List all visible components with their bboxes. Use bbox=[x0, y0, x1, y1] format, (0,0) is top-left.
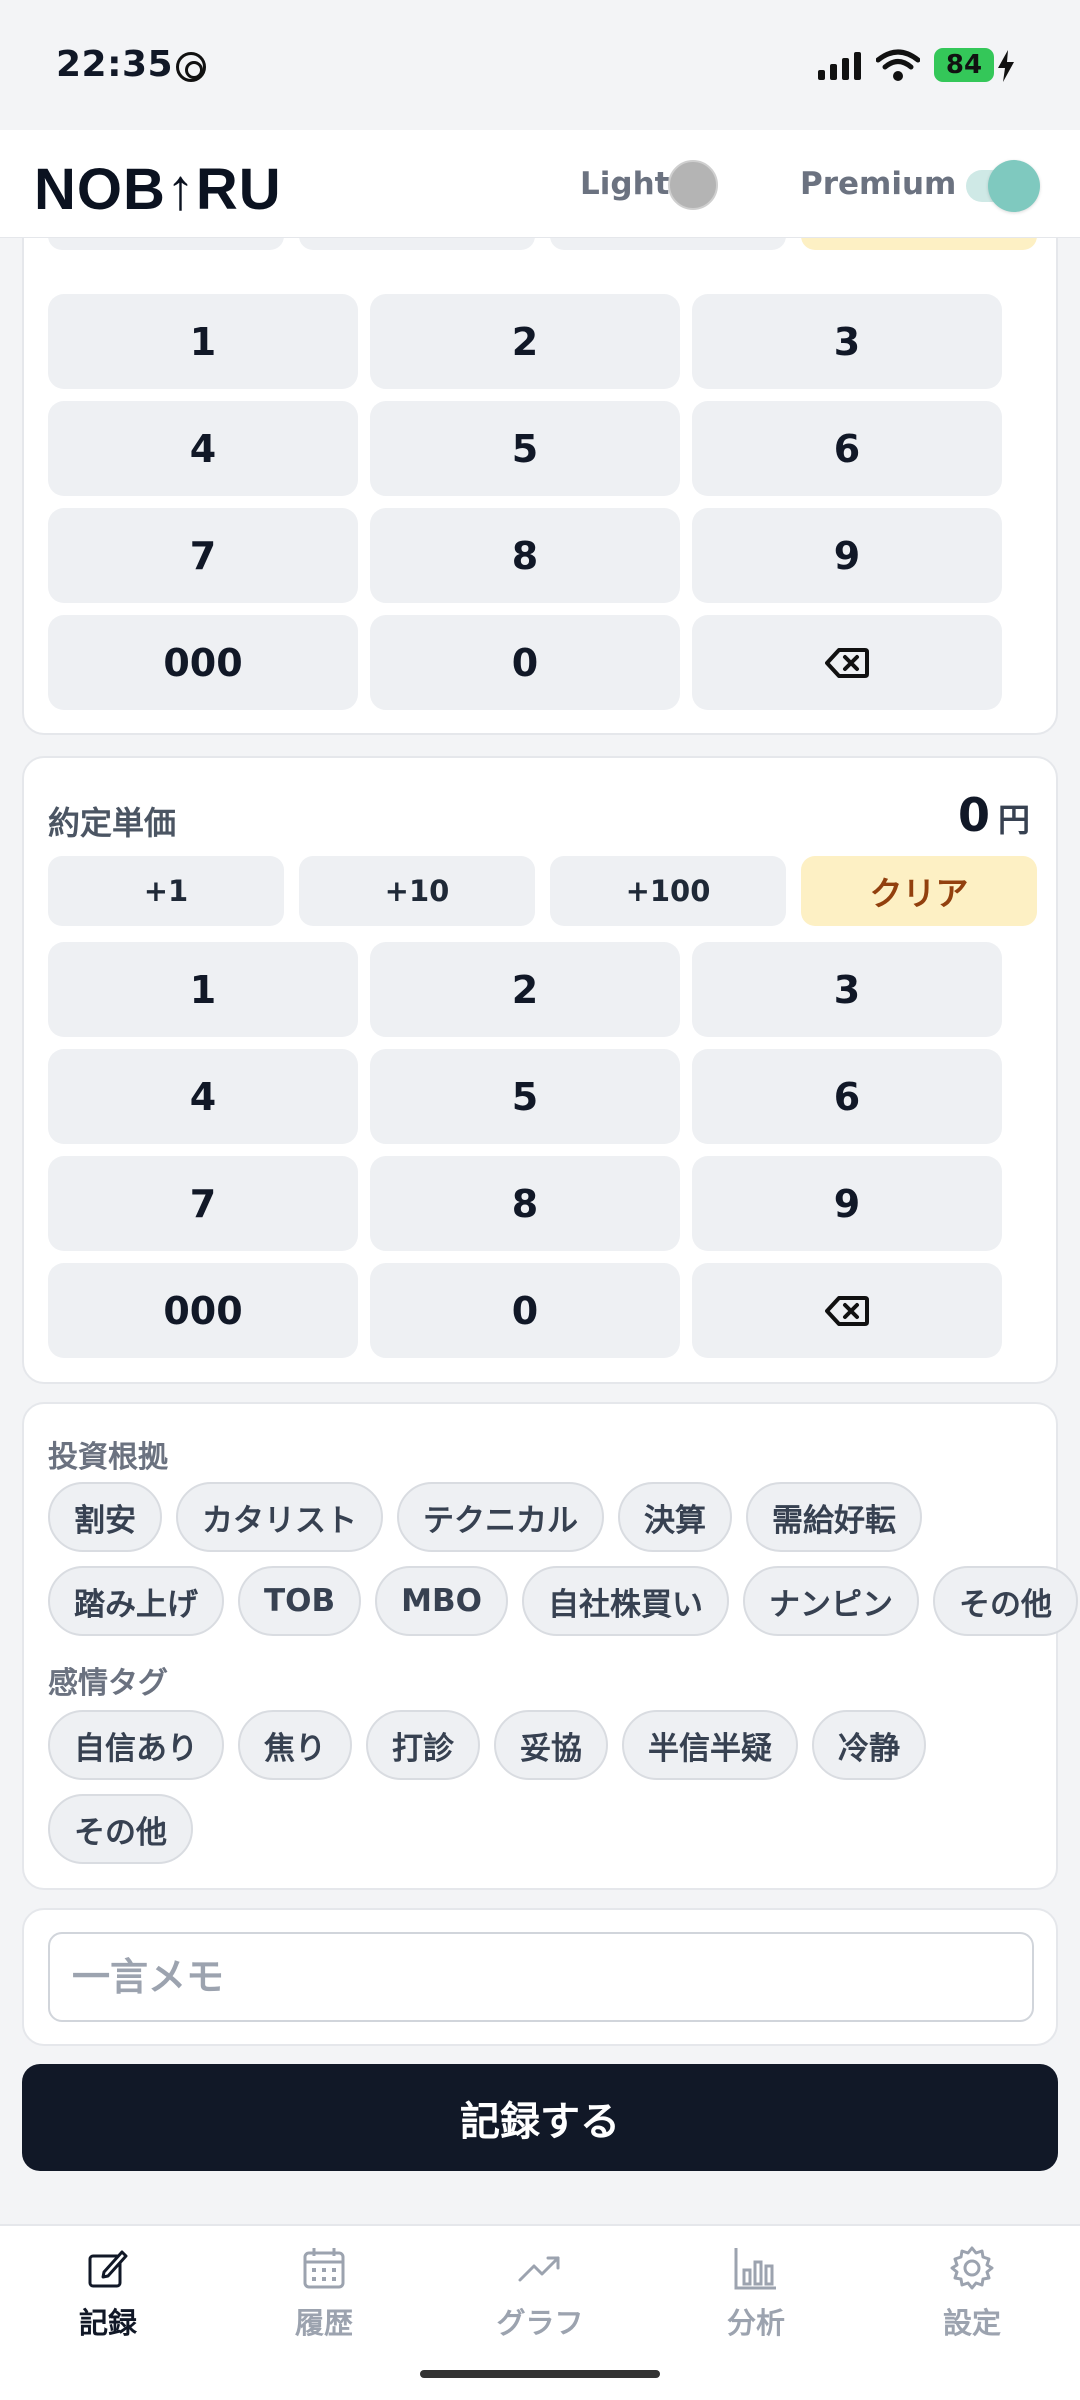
status-bar: 22:35 84 bbox=[0, 0, 1080, 130]
nav-history-label: 履歴 bbox=[294, 2306, 353, 2340]
price-keypad: 1 2 3 4 5 6 7 8 9 000 0 bbox=[48, 942, 1002, 1358]
price-key-3[interactable]: 3 bbox=[692, 942, 1002, 1037]
investment-basis-label: 投資根拠 bbox=[48, 1440, 168, 1475]
quantity-key-6[interactable]: 6 bbox=[692, 401, 1002, 496]
wifi-icon bbox=[876, 49, 920, 81]
app-logo: NOB↑RU bbox=[34, 157, 282, 222]
nav-record[interactable]: 記録 bbox=[38, 2244, 178, 2342]
emotion-tags-label: 感情タグ bbox=[48, 1666, 168, 1701]
backspace-icon bbox=[825, 1295, 869, 1326]
quantity-key-5[interactable]: 5 bbox=[370, 401, 680, 496]
trend-icon bbox=[518, 2256, 560, 2282]
gear-icon bbox=[950, 2246, 994, 2290]
nav-graph[interactable]: グラフ bbox=[470, 2244, 610, 2342]
price-key-2[interactable]: 2 bbox=[370, 942, 680, 1037]
basis-chip[interactable]: テクニカル bbox=[397, 1482, 604, 1552]
price-key-1[interactable]: 1 bbox=[48, 942, 358, 1037]
light-mode-label: Light bbox=[580, 166, 670, 202]
emotion-chip[interactable]: 半信半疑 bbox=[622, 1710, 798, 1780]
calendar-icon bbox=[303, 2248, 345, 2289]
tags-card: 投資根拠 割安 カタリスト テクニカル 決算 需給好転 踏み上げ TOB MBO… bbox=[22, 1402, 1078, 1890]
emotion-chip[interactable]: 冷静 bbox=[812, 1710, 926, 1780]
quantity-key-8[interactable]: 8 bbox=[370, 508, 680, 603]
price-add-1-button[interactable]: +1 bbox=[48, 856, 284, 926]
nav-history[interactable]: 履歴 bbox=[254, 2244, 394, 2342]
light-mode-toggle[interactable] bbox=[668, 160, 718, 210]
basis-chip[interactable]: その他 bbox=[932, 1566, 1078, 1636]
price-key-8[interactable]: 8 bbox=[370, 1156, 680, 1251]
quantity-key-2[interactable]: 2 bbox=[370, 294, 680, 389]
quantity-card: +100 +500 +1000 クリア 1 2 3 4 5 6 7 8 9 00… bbox=[22, 180, 1058, 735]
record-button[interactable]: 記録する bbox=[22, 2064, 1058, 2171]
basis-chip[interactable]: 踏み上げ bbox=[48, 1566, 224, 1636]
quantity-key-0[interactable]: 0 bbox=[370, 615, 680, 710]
basis-chip[interactable]: TOB bbox=[238, 1566, 362, 1636]
app-header: NOB↑RU Light Premium bbox=[0, 130, 1080, 238]
price-key-7[interactable]: 7 bbox=[48, 1156, 358, 1251]
emotion-chip[interactable]: 自信あり bbox=[48, 1710, 224, 1780]
price-key-6[interactable]: 6 bbox=[692, 1049, 1002, 1144]
price-value: 0 bbox=[957, 788, 990, 842]
focus-mode-icon bbox=[176, 52, 206, 82]
quantity-key-000[interactable]: 000 bbox=[48, 615, 358, 710]
emotion-chip[interactable]: 打診 bbox=[366, 1710, 480, 1780]
quantity-key-1[interactable]: 1 bbox=[48, 294, 358, 389]
memo-input[interactable] bbox=[48, 1932, 1034, 2022]
price-key-000[interactable]: 000 bbox=[48, 1263, 358, 1358]
price-key-5[interactable]: 5 bbox=[370, 1049, 680, 1144]
emotion-chip[interactable]: 妥協 bbox=[494, 1710, 608, 1780]
quantity-keypad: 1 2 3 4 5 6 7 8 9 000 0 bbox=[48, 294, 1002, 710]
nav-settings-label: 設定 bbox=[942, 2306, 1001, 2340]
basis-chip[interactable]: MBO bbox=[375, 1566, 508, 1636]
nav-record-label: 記録 bbox=[78, 2306, 137, 2340]
charging-bolt-icon bbox=[998, 50, 1014, 82]
basis-chip[interactable]: 割安 bbox=[48, 1482, 162, 1552]
price-display: 0円 bbox=[958, 788, 1030, 842]
price-clear-button[interactable]: クリア bbox=[801, 856, 1037, 926]
quantity-key-7[interactable]: 7 bbox=[48, 508, 358, 603]
price-card: 約定単価 0円 +1 +10 +100 クリア 1 2 3 4 5 6 7 8 … bbox=[22, 756, 1058, 1384]
backspace-icon bbox=[825, 647, 869, 678]
nav-graph-label: グラフ bbox=[496, 2306, 584, 2340]
emotion-tags-row-1: 自信あり 焦り 打診 妥協 半信半疑 冷静 bbox=[48, 1710, 926, 1780]
price-label: 約定単価 bbox=[48, 804, 177, 842]
cellular-signal-icon bbox=[818, 52, 862, 80]
battery-indicator: 84 bbox=[934, 48, 994, 82]
price-unit: 円 bbox=[997, 801, 1030, 839]
price-quick-buttons: +1 +10 +100 クリア bbox=[48, 856, 1037, 926]
nav-analysis-label: 分析 bbox=[726, 2306, 785, 2340]
basis-chip[interactable]: 決算 bbox=[618, 1482, 732, 1552]
price-key-0[interactable]: 0 bbox=[370, 1263, 680, 1358]
bar-chart-icon bbox=[734, 2248, 776, 2290]
basis-chip[interactable]: 需給好転 bbox=[746, 1482, 922, 1552]
investment-basis-row-2: 踏み上げ TOB MBO 自社株買い ナンピン その他 bbox=[48, 1566, 1078, 1636]
quantity-backspace-button[interactable] bbox=[692, 615, 1002, 710]
emotion-tags-row-2: その他 bbox=[48, 1794, 193, 1864]
nav-analysis[interactable]: 分析 bbox=[686, 2244, 826, 2342]
quantity-key-3[interactable]: 3 bbox=[692, 294, 1002, 389]
emotion-chip[interactable]: その他 bbox=[48, 1794, 193, 1864]
nav-settings[interactable]: 設定 bbox=[902, 2244, 1042, 2342]
price-add-10-button[interactable]: +10 bbox=[299, 856, 535, 926]
basis-chip[interactable]: 自社株買い bbox=[521, 1566, 729, 1636]
premium-toggle[interactable] bbox=[966, 160, 1040, 212]
price-backspace-button[interactable] bbox=[692, 1263, 1002, 1358]
price-key-9[interactable]: 9 bbox=[692, 1156, 1002, 1251]
quantity-key-4[interactable]: 4 bbox=[48, 401, 358, 496]
edit-icon bbox=[88, 2250, 128, 2288]
premium-toggle-knob bbox=[988, 160, 1040, 212]
memo-card bbox=[22, 1908, 1058, 2046]
investment-basis-row-1: 割安 カタリスト テクニカル 決算 需給好転 bbox=[48, 1482, 922, 1552]
emotion-chip[interactable]: 焦り bbox=[238, 1710, 352, 1780]
price-add-100-button[interactable]: +100 bbox=[550, 856, 786, 926]
status-time: 22:35 bbox=[56, 44, 174, 85]
home-indicator bbox=[420, 2370, 660, 2378]
price-key-4[interactable]: 4 bbox=[48, 1049, 358, 1144]
quantity-key-9[interactable]: 9 bbox=[692, 508, 1002, 603]
premium-label: Premium bbox=[800, 166, 957, 202]
basis-chip[interactable]: ナンピン bbox=[742, 1566, 919, 1636]
basis-chip[interactable]: カタリスト bbox=[176, 1482, 383, 1552]
